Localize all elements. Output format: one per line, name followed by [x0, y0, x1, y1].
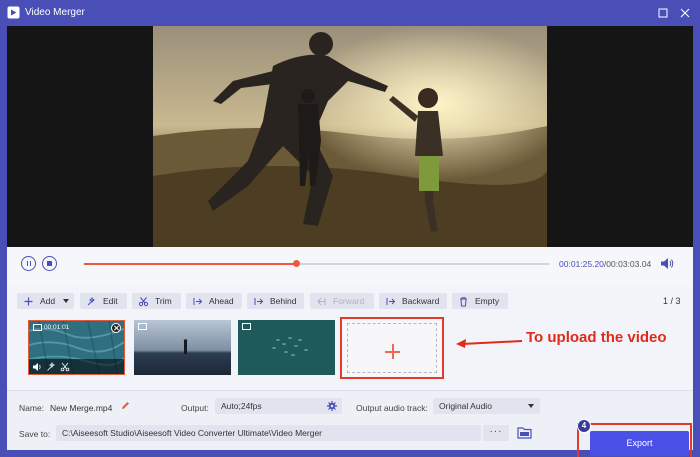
browse-button[interactable]: ··· — [483, 425, 509, 441]
chevron-down-icon — [63, 299, 69, 303]
timecode: 00:01:25.20/00:03:03.04 — [559, 259, 651, 269]
add-label: Add — [40, 296, 56, 306]
folder-icon[interactable] — [517, 426, 532, 439]
scissors-icon[interactable] — [60, 362, 70, 372]
pencil-icon[interactable] — [121, 401, 130, 410]
edit-button[interactable]: Edit — [80, 293, 127, 309]
volume-icon[interactable] — [32, 362, 42, 372]
chevron-down-icon — [528, 404, 534, 408]
add-button[interactable]: Add — [17, 293, 74, 309]
file-name[interactable]: New Merge.mp4 — [50, 403, 112, 413]
clip-header: 00:01:01 — [33, 324, 69, 331]
progress-slider[interactable] — [84, 260, 549, 267]
output-label: Output: — [181, 403, 209, 413]
total-time: 00:03:03.04 — [606, 259, 652, 269]
clip-actions — [29, 359, 124, 374]
title-bar: Video Merger — [0, 0, 700, 26]
forward-label: Forward — [333, 296, 365, 306]
clip-header — [242, 323, 253, 330]
volume-icon[interactable] — [660, 257, 674, 270]
export-button[interactable]: Export — [590, 431, 689, 456]
backward-label: Backward — [402, 296, 440, 306]
clip-thumbnail[interactable] — [238, 320, 335, 375]
maximize-icon[interactable] — [656, 6, 670, 20]
remove-clip-icon[interactable] — [111, 323, 121, 333]
output-format-value: Auto;24fps — [221, 401, 262, 411]
trim-label: Trim — [155, 296, 172, 306]
empty-button[interactable]: Empty — [452, 293, 508, 309]
progress-fill — [84, 262, 297, 265]
audio-track-label: Output audio track: — [356, 403, 428, 413]
film-icon — [242, 323, 251, 330]
current-time: 00:01:25.20 — [559, 259, 604, 269]
name-label: Name: — [19, 403, 45, 413]
film-icon — [33, 324, 42, 331]
drop-zone — [347, 323, 437, 373]
app-logo-icon — [7, 6, 20, 19]
clip-strip: 00:01:01 — [7, 314, 693, 384]
output-format-field[interactable]: Auto;24fps — [215, 398, 342, 414]
save-path-field[interactable]: C:\Aiseesoft Studio\Aiseesoft Video Conv… — [56, 425, 481, 441]
ahead-button[interactable]: Ahead — [186, 293, 242, 309]
trash-icon — [460, 296, 467, 306]
close-icon[interactable] — [678, 6, 692, 20]
magic-wand-icon — [87, 296, 95, 305]
move-forward-icon — [317, 297, 326, 305]
plus-icon — [24, 297, 33, 305]
move-backward-icon — [386, 297, 396, 305]
film-icon — [138, 323, 147, 330]
behind-label: Behind — [270, 296, 297, 306]
main-panel: 00:01:25.20/00:03:03.04 Add Edit Trim Ah… — [7, 26, 693, 457]
audio-track-value: Original Audio — [439, 401, 492, 411]
window-title: Video Merger — [25, 7, 85, 18]
audio-track-select[interactable]: Original Audio — [433, 398, 540, 414]
save-path-value: C:\Aiseesoft Studio\Aiseesoft Video Conv… — [62, 428, 323, 438]
save-to-label: Save to: — [19, 429, 51, 439]
empty-label: Empty — [475, 296, 500, 306]
magic-wand-icon[interactable] — [46, 361, 56, 372]
scissors-icon — [138, 296, 149, 306]
clip-header — [138, 323, 149, 330]
page-indicator: 1 / 3 — [663, 296, 681, 306]
add-video-slot[interactable] — [340, 317, 444, 379]
progress-handle[interactable] — [293, 260, 301, 267]
edit-label: Edit — [103, 296, 118, 306]
clip-thumbnail[interactable] — [134, 320, 231, 375]
upload-annotation: To upload the video — [526, 329, 667, 346]
trim-button[interactable]: Trim — [132, 293, 181, 309]
move-behind-icon — [254, 297, 264, 305]
ahead-label: Ahead — [209, 296, 234, 306]
step-badge: 4 — [577, 419, 591, 433]
clip-thumbnail[interactable]: 00:01:01 — [28, 320, 125, 375]
forward-button[interactable]: Forward — [310, 293, 374, 309]
pause-button[interactable] — [21, 256, 36, 271]
backward-button[interactable]: Backward — [379, 293, 447, 309]
playback-bar: 00:01:25.20/00:03:03.04 — [7, 247, 693, 287]
clip-duration: 00:01:01 — [44, 324, 70, 331]
stop-button[interactable] — [42, 256, 57, 271]
video-preview — [7, 26, 693, 247]
arrow-annotation — [456, 339, 523, 348]
gear-icon[interactable] — [327, 401, 337, 411]
move-ahead-icon — [193, 297, 203, 305]
behind-button[interactable]: Behind — [247, 293, 304, 309]
video-frame[interactable] — [153, 26, 547, 247]
